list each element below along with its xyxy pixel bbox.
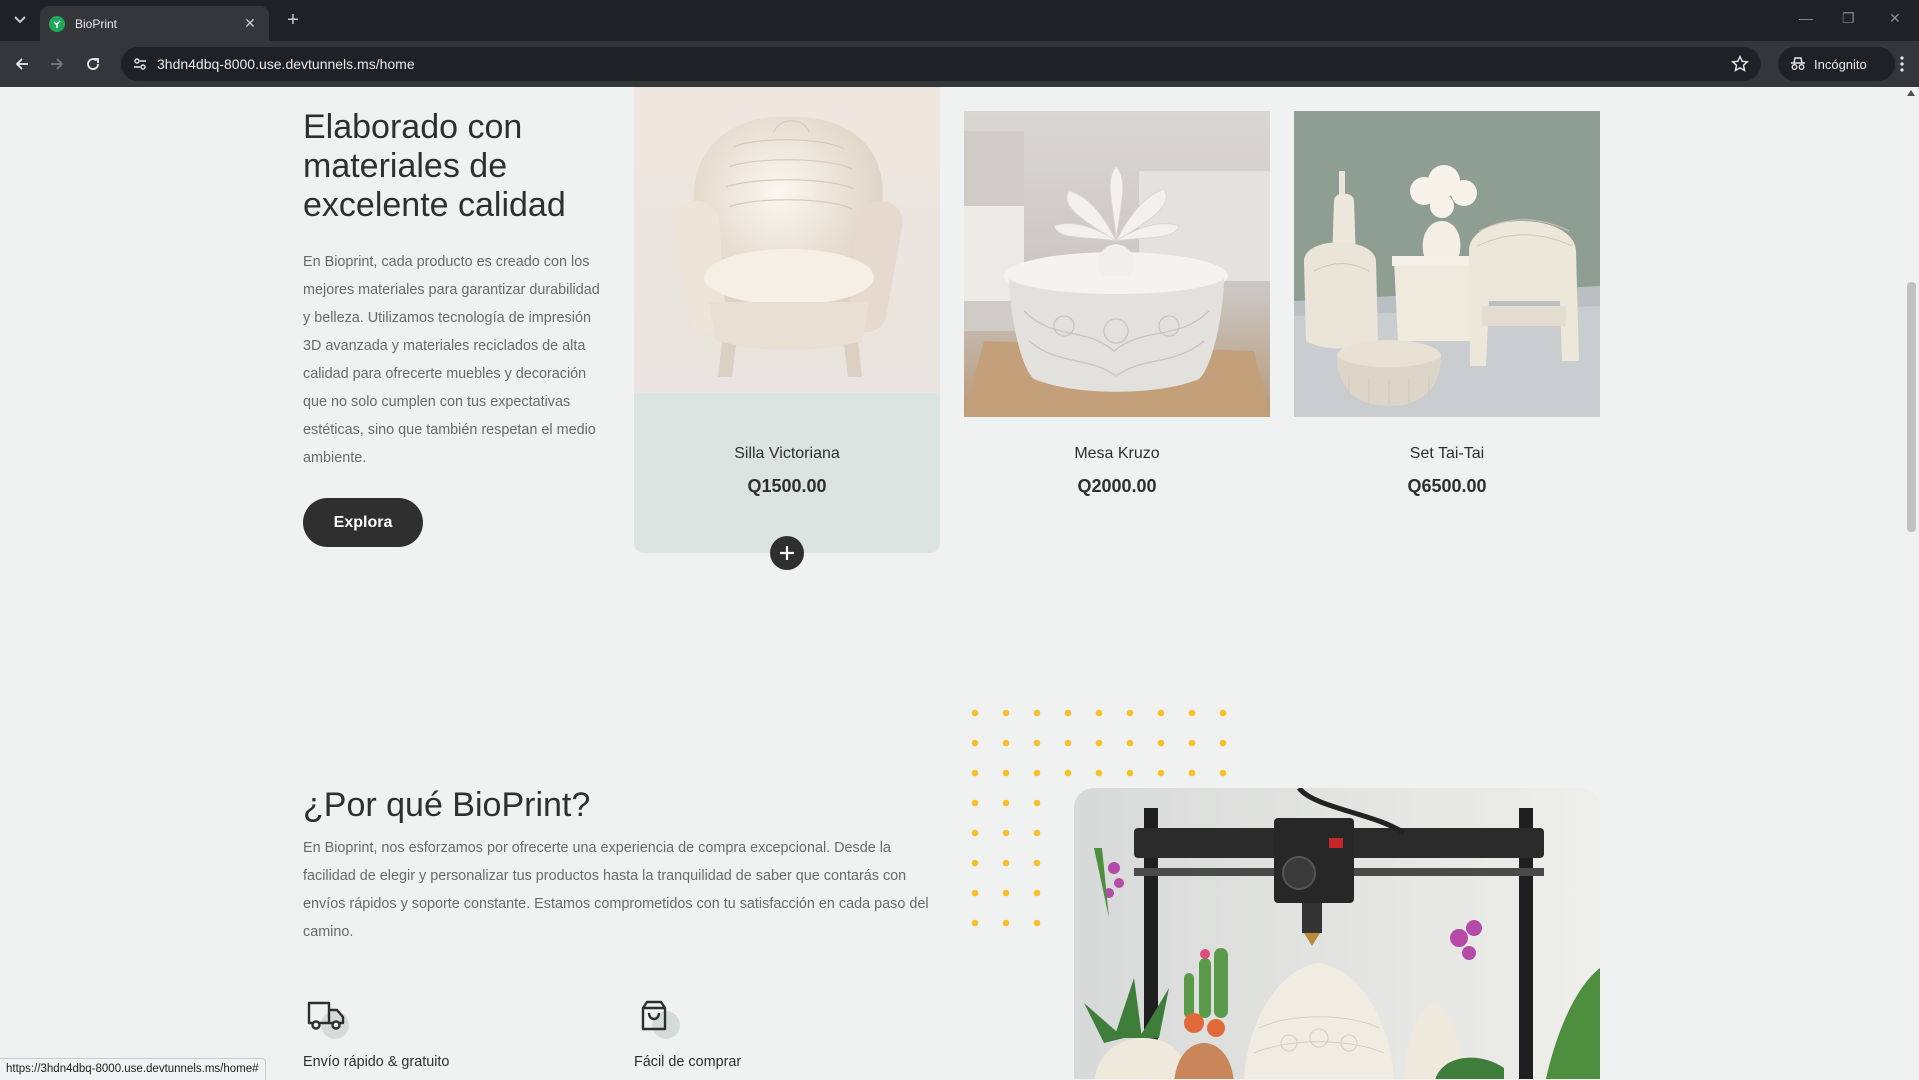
status-bar-url: https://3hdn4dbq-8000.use.devtunnels.ms/… xyxy=(0,1058,266,1080)
browser-tab[interactable]: BioPrint ✕ xyxy=(40,6,269,41)
product-image-silla-victoriana xyxy=(634,87,940,393)
close-window-icon[interactable]: ✕ xyxy=(1889,10,1901,27)
hero-text: En Bioprint, cada producto es creado con… xyxy=(303,254,600,466)
page-content: Elaborado con materiales de excelente ca… xyxy=(0,87,1904,1079)
feature-title: Envío rápido & gratuito xyxy=(303,1054,450,1070)
product-image-set-tai-tai xyxy=(1294,111,1600,417)
product-price: Q6500.00 xyxy=(1407,476,1487,496)
forward-button[interactable] xyxy=(45,52,69,76)
add-to-cart-button[interactable] xyxy=(770,536,804,570)
page-scrollbar[interactable] xyxy=(1904,87,1919,1079)
site-info-icon[interactable] xyxy=(131,55,149,73)
incognito-icon xyxy=(1791,57,1805,70)
product-name: Mesa Kruzo xyxy=(1074,445,1160,462)
hero-heading: Elaborado con materiales de excelente ca… xyxy=(303,108,566,224)
feature-easy-buy: Fácil de comprar xyxy=(634,999,884,1079)
product-card[interactable]: Set Tai-Tai Q6500.00 xyxy=(1294,87,1600,553)
product-price: Q1500.00 xyxy=(747,476,827,496)
scrollbar-thumb[interactable] xyxy=(1907,282,1916,532)
arrow-left-icon xyxy=(15,58,28,70)
restore-icon[interactable]: ❐ xyxy=(1842,10,1855,27)
tab-title: BioPrint xyxy=(75,16,118,31)
product-image-mesa-kruzo xyxy=(964,111,1270,417)
bioprint-favicon xyxy=(49,15,65,32)
product-name: Silla Victoriana xyxy=(734,445,840,462)
incognito-label: Incógnito xyxy=(1814,56,1867,72)
browser-menu-icon[interactable] xyxy=(1892,52,1912,76)
product-price: Q2000.00 xyxy=(1077,476,1157,496)
bag-icon xyxy=(638,999,682,1039)
chevron-down-icon xyxy=(14,16,26,24)
explora-button[interactable]: Explora xyxy=(303,498,423,547)
product-name: Set Tai-Tai xyxy=(1409,445,1485,462)
reload-icon xyxy=(87,58,99,70)
product-card[interactable]: Silla Victoriana Q1500.00 xyxy=(634,87,940,570)
why-heading: ¿Por qué BioPrint? xyxy=(303,786,591,824)
back-button[interactable] xyxy=(10,52,34,76)
feature-shipping: Envío rápido & gratuito xyxy=(303,999,553,1079)
plus-icon xyxy=(780,546,794,560)
bookmark-star-icon[interactable] xyxy=(1730,54,1750,78)
incognito-indicator[interactable]: Incógnito xyxy=(1778,47,1895,81)
reload-button[interactable] xyxy=(81,52,105,76)
address-bar[interactable]: 3hdn4dbq-8000.use.devtunnels.ms/home xyxy=(121,47,1761,81)
why-text: En Bioprint, nos esforzamos por ofrecert… xyxy=(303,840,929,940)
3d-printer-plants-image xyxy=(1074,788,1600,1079)
scroll-up-arrow-icon[interactable] xyxy=(1907,90,1915,96)
product-card[interactable]: Mesa Kruzo Q2000.00 xyxy=(964,87,1270,553)
browser-toolbar: 3hdn4dbq-8000.use.devtunnels.ms/home Inc… xyxy=(0,41,1919,87)
leaf-icon xyxy=(53,20,61,28)
minimize-icon[interactable]: — xyxy=(1799,10,1813,26)
url-text[interactable]: 3hdn4dbq-8000.use.devtunnels.ms/home xyxy=(157,56,415,72)
new-tab-button[interactable]: + xyxy=(282,10,304,30)
close-tab-icon[interactable]: ✕ xyxy=(241,15,259,32)
browser-tab-bar: BioPrint ✕ + — ❐ ✕ xyxy=(0,0,1919,41)
truck-icon xyxy=(307,999,351,1039)
feature-title: Fácil de comprar xyxy=(634,1054,742,1070)
tab-search-button[interactable] xyxy=(8,8,32,32)
arrow-right-icon xyxy=(51,58,64,70)
